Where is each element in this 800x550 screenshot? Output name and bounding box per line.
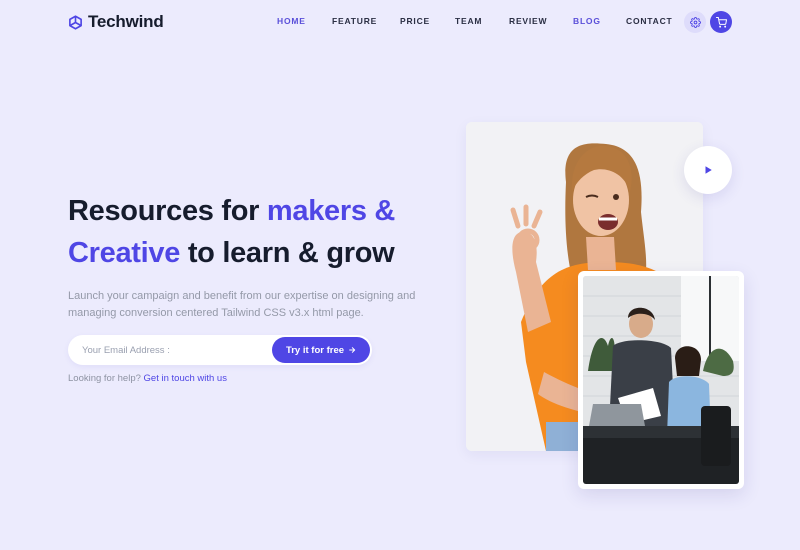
play-video-button[interactable] — [684, 146, 732, 194]
settings-button[interactable] — [684, 11, 706, 33]
hero-title-accent-makers: makers & — [266, 195, 396, 227]
help-text: Looking for help? Get in touch with us — [68, 373, 227, 384]
hero-title-accent-creative: Creative — [68, 237, 181, 269]
nav-item-review[interactable]: REVIEW — [509, 16, 573, 26]
cart-button[interactable] — [710, 11, 732, 33]
office-photo-frame — [583, 276, 739, 484]
try-for-free-label: Try it for free — [285, 344, 345, 356]
nav-item-contact[interactable]: CONTACT — [626, 16, 676, 26]
brand-logo[interactable]: Techwind — [68, 12, 164, 32]
main-nav: HOME FEATURE PRICE TEAM REVIEW BLOG CONT… — [277, 16, 676, 26]
email-input[interactable] — [82, 342, 262, 358]
hero-title-part2: to learn & grow — [180, 237, 395, 269]
subscribe-form: Try it for free — [68, 335, 372, 365]
gear-icon — [689, 16, 701, 28]
hero-photo-office — [578, 271, 744, 489]
top-navbar: Techwind HOME FEATURE PRICE TEAM REVIEW … — [0, 0, 800, 44]
shopping-cart-icon — [715, 16, 727, 28]
hero-title-part1: Resources for — [68, 195, 267, 227]
help-prompt: Looking for help? — [68, 373, 141, 384]
nav-item-home[interactable]: HOME — [277, 16, 332, 26]
brand-name: Techwind — [88, 12, 164, 31]
cube-logo-icon — [69, 14, 82, 30]
nav-item-feature[interactable]: FEATURE — [332, 16, 400, 26]
arrow-right-icon — [349, 347, 356, 353]
hero-title: Resources for makers & Creative to learn… — [68, 190, 448, 274]
get-in-touch-link[interactable]: Get in touch with us — [144, 373, 227, 384]
nav-item-team[interactable]: TEAM — [455, 16, 509, 26]
office-photo-illustration — [583, 276, 739, 484]
nav-item-price[interactable]: PRICE — [400, 16, 455, 26]
hero-description: Launch your campaign and benefit from ou… — [68, 290, 416, 319]
try-for-free-button[interactable]: Try it for free — [272, 337, 370, 363]
play-icon — [705, 166, 712, 174]
nav-item-blog[interactable]: BLOG — [573, 16, 626, 26]
